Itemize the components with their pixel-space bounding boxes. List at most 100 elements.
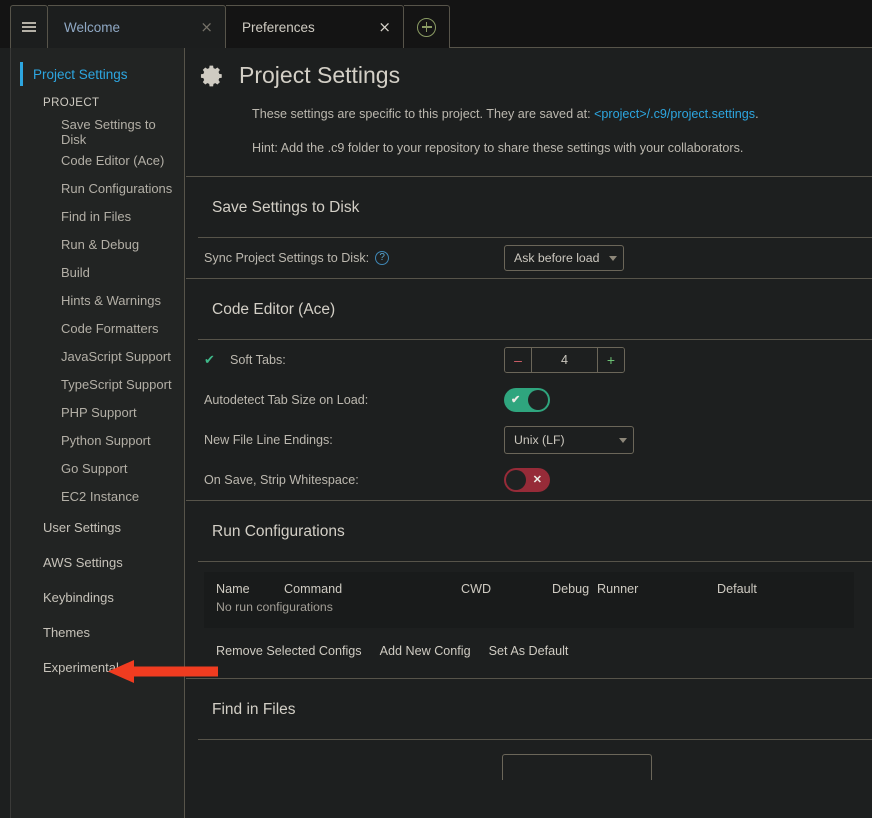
row-autodetect-tab-size: Autodetect Tab Size on Load: ✔: [186, 380, 872, 420]
settings-location-prefix: These settings are specific to this proj…: [252, 107, 595, 121]
sidebar-item-hints-and-warnings[interactable]: Hints & Warnings: [11, 286, 184, 314]
tab-size-increment-button[interactable]: +: [597, 348, 624, 373]
table-empty-message: No run configurations: [216, 600, 333, 615]
sidebar-group-project: PROJECT: [11, 88, 184, 118]
close-icon[interactable]: ×: [200, 19, 213, 35]
sidebar-item-label: Keybindings: [43, 590, 114, 605]
tab-size-value[interactable]: 4: [532, 348, 597, 373]
section-title-save-settings: Save Settings to Disk: [212, 199, 360, 217]
close-icon: ✕: [532, 473, 542, 486]
sidebar-item-label: Build: [61, 264, 90, 280]
sidebar-item-label: Code Editor (Ace): [61, 152, 165, 168]
close-icon[interactable]: ×: [378, 19, 391, 35]
sidebar-group-label: PROJECT: [43, 97, 100, 109]
sidebar-item-save-settings-to-disk[interactable]: Save Settings to Disk: [11, 117, 184, 147]
sidebar-item-run-and-debug[interactable]: Run & Debug: [11, 230, 184, 258]
sidebar-item-code-formatters[interactable]: Code Formatters: [11, 314, 184, 342]
section-run-configurations: Run Configurations Name Command CWD Debu…: [186, 501, 872, 658]
autodetect-tab-size-toggle[interactable]: ✔: [504, 388, 550, 413]
tab-size-stepper[interactable]: – 4 +: [504, 347, 625, 374]
sidebar-item-label: Hints & Warnings: [61, 292, 161, 308]
soft-tabs-label: ✔ Soft Tabs:: [204, 352, 504, 368]
hamburger-icon: [22, 22, 36, 32]
sidebar-item-run-configurations[interactable]: Run Configurations: [11, 174, 184, 202]
section-title-find-in-files: Find in Files: [212, 701, 296, 719]
column-header-command[interactable]: Command: [284, 582, 461, 596]
table-empty-row: No run configurations: [204, 600, 854, 614]
sidebar-item-label: Themes: [43, 625, 90, 640]
strip-whitespace-label: On Save, Strip Whitespace:: [204, 473, 359, 488]
settings-file-link[interactable]: <project>/.c9/project.settings: [594, 107, 755, 121]
column-header-cwd[interactable]: CWD: [461, 582, 552, 596]
new-tab-button[interactable]: [404, 5, 450, 48]
sidebar-item-label: PHP Support: [61, 404, 137, 420]
sidebar-item-label: EC2 Instance: [61, 488, 140, 504]
annotation-arrow: [108, 660, 218, 683]
autodetect-tab-size-label: Autodetect Tab Size on Load:: [204, 393, 369, 408]
main-menu-button[interactable]: [10, 5, 48, 48]
settings-sidebar: Project Settings PROJECT Save Settings t…: [10, 48, 185, 818]
row-strip-whitespace: On Save, Strip Whitespace: ✕: [186, 460, 872, 500]
sidebar-item-php-support[interactable]: PHP Support: [11, 398, 184, 426]
sidebar-item-python-support[interactable]: Python Support: [11, 426, 184, 454]
table-header-row: Name Command CWD Debug Runner Default: [204, 582, 854, 596]
sidebar-item-aws-settings[interactable]: AWS Settings: [11, 545, 184, 580]
checkmark-icon[interactable]: ✔: [204, 352, 218, 368]
sidebar-item-user-settings[interactable]: User Settings: [11, 510, 184, 545]
sidebar-item-label: Run Configurations: [61, 180, 173, 196]
section-title-code-editor: Code Editor (Ace): [212, 301, 336, 319]
sidebar-item-label: Go Support: [61, 460, 128, 476]
sidebar-item-themes[interactable]: Themes: [11, 615, 184, 650]
sidebar-item-ec2-instance[interactable]: EC2 Instance: [11, 482, 184, 510]
line-endings-select[interactable]: Unix (LF): [504, 426, 634, 455]
row-sync-project-settings: Sync Project Settings to Disk: ? Ask bef…: [186, 238, 872, 278]
add-new-config-button[interactable]: Add New Config: [380, 644, 471, 658]
tab-size-decrement-button[interactable]: –: [505, 348, 532, 373]
tab-preferences-label: Preferences: [242, 19, 315, 35]
sidebar-item-build[interactable]: Build: [11, 258, 184, 286]
tab-bar-filler: [450, 5, 872, 48]
help-icon[interactable]: ?: [375, 251, 390, 266]
sidebar-item-label: Project Settings: [33, 66, 128, 82]
sidebar-item-typescript-support[interactable]: TypeScript Support: [11, 370, 184, 398]
tab-bar: Welcome × Preferences ×: [0, 0, 872, 48]
sidebar-item-label: AWS Settings: [43, 555, 123, 570]
sidebar-item-javascript-support[interactable]: JavaScript Support: [11, 342, 184, 370]
tab-welcome[interactable]: Welcome ×: [48, 5, 226, 48]
line-endings-label: New File Line Endings:: [204, 433, 333, 448]
sync-settings-select[interactable]: Ask before load: [504, 245, 624, 272]
column-header-runner[interactable]: Runner: [597, 582, 717, 596]
sidebar-item-find-in-files[interactable]: Find in Files: [11, 202, 184, 230]
page-header: Project Settings These settings are spec…: [186, 48, 872, 176]
sidebar-item-code-editor-ace[interactable]: Code Editor (Ace): [11, 146, 184, 174]
column-header-debug[interactable]: Debug: [552, 582, 597, 596]
column-header-name[interactable]: Name: [216, 582, 284, 596]
row-new-file-line-endings: New File Line Endings: Unix (LF): [186, 420, 872, 460]
sidebar-item-go-support[interactable]: Go Support: [11, 454, 184, 482]
strip-whitespace-toggle[interactable]: ✕: [504, 468, 550, 493]
sidebar-item-label: Find in Files: [61, 208, 132, 224]
set-as-default-button[interactable]: Set As Default: [489, 644, 569, 658]
column-header-default[interactable]: Default: [717, 582, 777, 596]
plus-circle-icon: [417, 17, 436, 37]
tab-welcome-label: Welcome: [64, 19, 121, 35]
run-configurations-table: Name Command CWD Debug Runner Default No…: [204, 572, 854, 629]
sidebar-item-label: Code Formatters: [61, 320, 159, 336]
chevron-down-icon: [609, 255, 617, 261]
soft-tabs-text: Soft Tabs:: [230, 353, 286, 368]
settings-location-line: These settings are specific to this proj…: [252, 105, 872, 125]
section-code-editor: Code Editor (Ace) ✔ Soft Tabs: – 4 + Aut…: [186, 279, 872, 500]
settings-location-suffix: .: [755, 107, 759, 121]
settings-hint: Hint: Add the .c9 folder to your reposit…: [252, 140, 744, 155]
settings-main-panel: Project Settings These settings are spec…: [186, 48, 872, 818]
page-title-row: Project Settings: [199, 62, 872, 89]
row-soft-tabs: ✔ Soft Tabs: – 4 +: [186, 340, 872, 380]
tab-preferences[interactable]: Preferences ×: [226, 5, 404, 48]
sync-settings-text: Sync Project Settings to Disk:: [204, 251, 370, 266]
sidebar-item-project-settings[interactable]: Project Settings: [11, 60, 184, 88]
sidebar-item-label: Save Settings to Disk: [61, 117, 156, 147]
find-in-files-input[interactable]: [502, 754, 652, 781]
toggle-knob: [528, 390, 548, 411]
sidebar-item-keybindings[interactable]: Keybindings: [11, 580, 184, 615]
remove-selected-configs-button[interactable]: Remove Selected Configs: [216, 644, 362, 658]
